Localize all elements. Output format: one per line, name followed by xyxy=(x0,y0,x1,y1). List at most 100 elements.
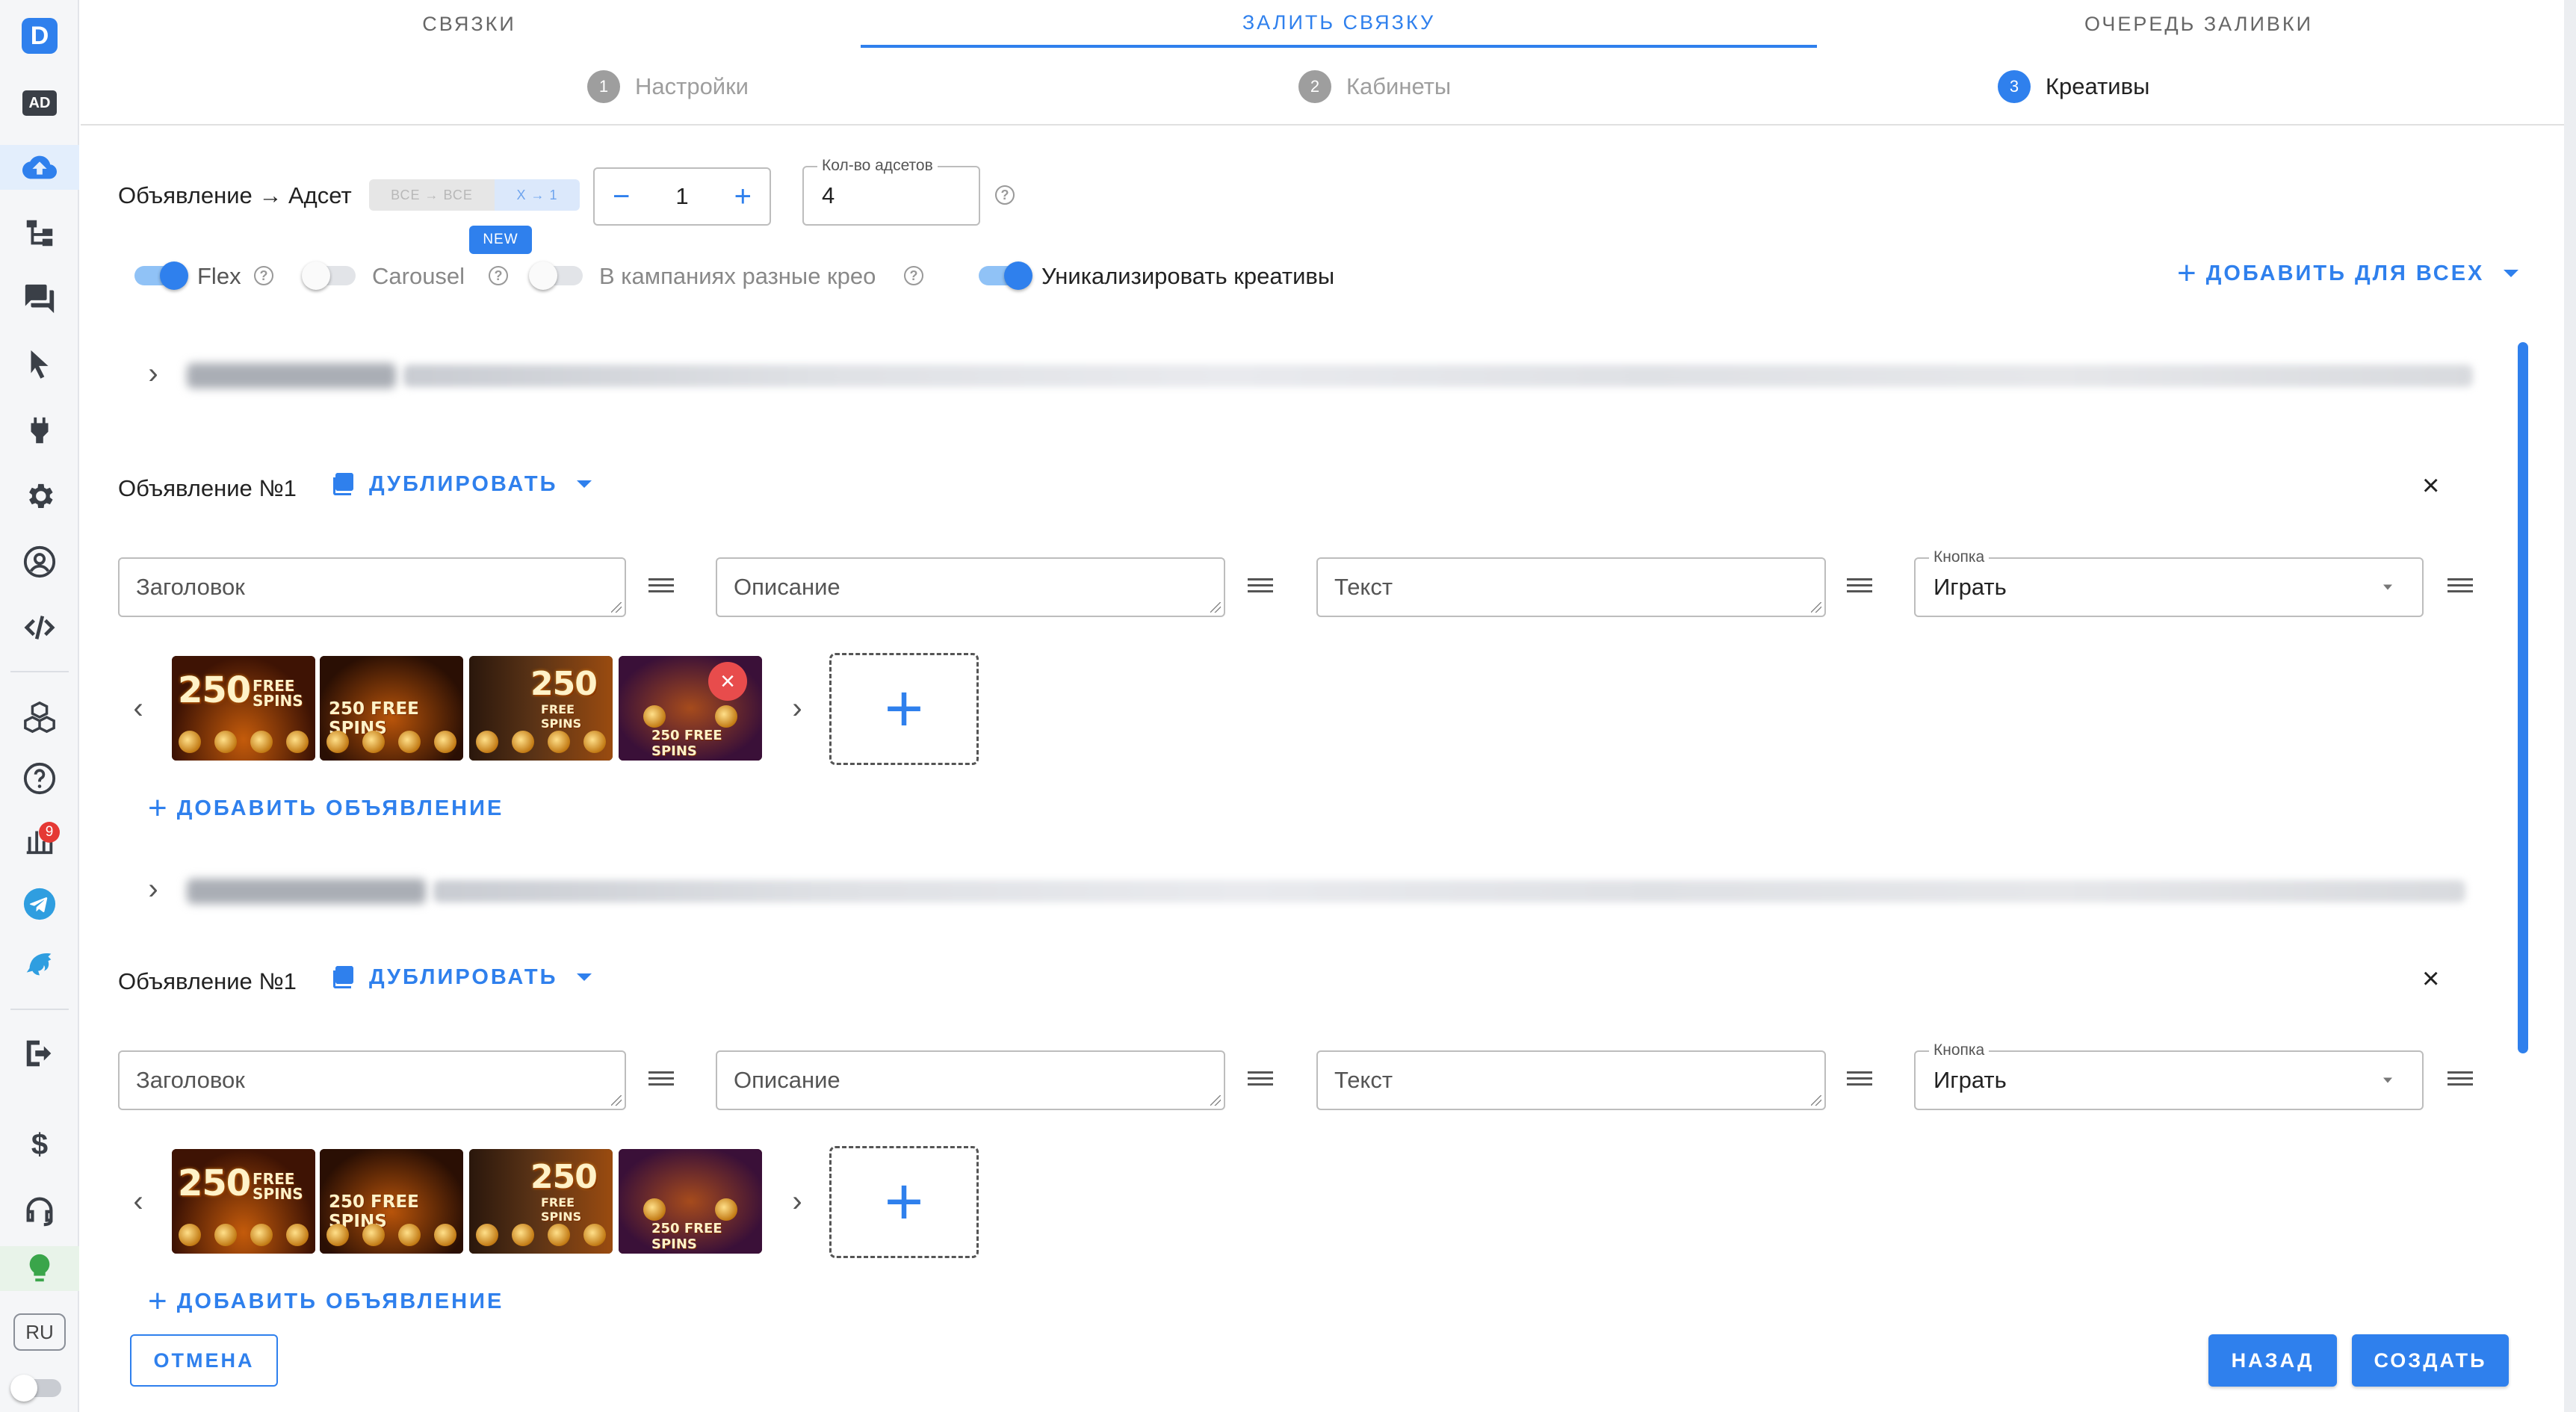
creative-thumbnail[interactable]: 250 FREE SPINS xyxy=(469,656,613,761)
help-icon[interactable]: ? xyxy=(904,266,923,285)
sidebar-item-telegram[interactable] xyxy=(0,882,79,926)
sidebar-item-cubes[interactable] xyxy=(0,695,79,740)
resize-handle[interactable] xyxy=(611,602,622,613)
sidebar-item-help[interactable] xyxy=(0,756,79,801)
increment-button[interactable]: + xyxy=(734,180,752,214)
back-button[interactable]: НАЗАД xyxy=(2208,1334,2337,1387)
sidebar-item-upload[interactable] xyxy=(0,145,79,190)
tab-bundles[interactable]: СВЯЗКИ xyxy=(81,0,858,48)
text-variants-icon[interactable] xyxy=(1847,578,1872,596)
decrement-button[interactable]: − xyxy=(613,180,630,214)
theme-toggle[interactable] xyxy=(10,1375,61,1402)
cta-button-select[interactable]: Кнопка Играть xyxy=(1914,548,2424,617)
language-button[interactable]: RU xyxy=(13,1313,66,1351)
text-variants-icon[interactable] xyxy=(2447,1071,2473,1089)
text-variants-icon[interactable] xyxy=(648,1071,674,1089)
carousel-prev-icon[interactable]: ‹ xyxy=(127,1185,149,1218)
sidebar-item-settings[interactable] xyxy=(0,474,79,518)
sidebar-item-logout[interactable] xyxy=(0,1031,79,1076)
page-scrollbar[interactable] xyxy=(2564,0,2576,1412)
creative-thumbnail[interactable]: 250 FREE SPINS xyxy=(320,656,463,761)
sidebar-item-integrations[interactable] xyxy=(0,408,79,453)
sidebar-item-ad[interactable]: AD xyxy=(0,81,79,126)
sidebar-item-chat[interactable] xyxy=(0,276,79,321)
adsets-count-field[interactable]: Кол-во адсетов 4 xyxy=(802,157,980,226)
resize-handle[interactable] xyxy=(1811,1095,1821,1106)
cta-button-select[interactable]: Кнопка Играть xyxy=(1914,1041,2424,1110)
sidebar-item-code[interactable] xyxy=(0,605,79,650)
plus-icon: + xyxy=(148,790,170,826)
mode-x-to-1[interactable]: X → 1 xyxy=(495,179,580,211)
headline-field[interactable]: Заголовок xyxy=(118,1050,626,1110)
sidebar-item-ideas[interactable] xyxy=(0,1246,79,1291)
tab-upload-bundle[interactable]: ЗАЛИТЬ СВЯЗКУ xyxy=(861,0,1817,48)
sidebar-divider xyxy=(10,671,69,672)
sidebar-item-support[interactable] xyxy=(0,1188,79,1233)
help-icon[interactable]: ? xyxy=(489,266,508,285)
mapping-mode-switch[interactable]: ВСЕ → ВСЕ X → 1 xyxy=(369,179,580,211)
different-creatives-switch[interactable] xyxy=(529,261,583,290)
expand-chevron-icon[interactable]: › xyxy=(142,357,164,390)
carousel-switch[interactable] xyxy=(302,261,356,290)
counter-value[interactable]: 1 xyxy=(675,183,688,210)
sidebar-item-hierarchy[interactable] xyxy=(0,211,79,256)
resize-handle[interactable] xyxy=(611,1095,622,1106)
description-field[interactable]: Описание xyxy=(716,1050,1225,1110)
sidebar-item-cursor[interactable] xyxy=(0,342,79,387)
duplicate-button[interactable]: ДУБЛИРОВАТЬ xyxy=(329,964,592,991)
add-creative-button[interactable]: + xyxy=(829,1146,979,1258)
expand-chevron-icon[interactable]: › xyxy=(142,873,164,905)
primary-text-field[interactable]: Текст xyxy=(1316,557,1826,617)
resize-handle[interactable] xyxy=(1811,602,1821,613)
creative-thumbnail[interactable]: 250 FREE SPINS xyxy=(320,1149,463,1254)
remove-creative-icon[interactable]: × xyxy=(708,662,747,701)
flex-switch[interactable] xyxy=(134,261,188,290)
field-label: Кнопка xyxy=(1929,1041,1990,1059)
headline-field[interactable]: Заголовок xyxy=(118,557,626,617)
sidebar-item-analytics[interactable]: 9 xyxy=(0,817,79,862)
carousel-next-icon[interactable]: › xyxy=(786,1185,808,1218)
tab-upload-queue[interactable]: ОЧЕРЕДЬ ЗАЛИВКИ xyxy=(1821,0,2576,48)
add-ad-button[interactable]: + ДОБАВИТЬ ОБЪЯВЛЕНИЕ xyxy=(148,1285,504,1318)
description-field[interactable]: Описание xyxy=(716,557,1225,617)
resize-handle[interactable] xyxy=(1210,602,1221,613)
sidebar-item-account[interactable] xyxy=(0,539,79,584)
creative-thumbnail[interactable]: 250 FREE SPINS xyxy=(619,1149,762,1254)
text-variants-icon[interactable] xyxy=(648,578,674,596)
bulb-icon xyxy=(29,1254,50,1282)
create-button[interactable]: СОЗДАТЬ xyxy=(2352,1334,2509,1387)
sidebar-item-billing[interactable]: $ xyxy=(0,1122,79,1167)
hierarchy-icon xyxy=(26,220,53,247)
carousel-next-icon[interactable]: › xyxy=(786,692,808,725)
resize-handle[interactable] xyxy=(1210,1095,1221,1106)
creative-thumbnail[interactable]: 250 FREE SPINS xyxy=(469,1149,613,1254)
step-creatives[interactable]: 3 Креативы xyxy=(1998,70,2149,103)
primary-text-field[interactable]: Текст xyxy=(1316,1050,1826,1110)
mode-all-to-all[interactable]: ВСЕ → ВСЕ xyxy=(369,179,495,211)
add-ad-button[interactable]: + ДОБАВИТЬ ОБЪЯВЛЕНИЕ xyxy=(148,792,504,825)
text-variants-icon[interactable] xyxy=(1248,578,1273,596)
uniqualize-switch[interactable] xyxy=(979,261,1032,290)
duplicate-button[interactable]: ДУБЛИРОВАТЬ xyxy=(329,471,592,498)
add-creative-button[interactable]: + xyxy=(829,653,979,765)
code-icon xyxy=(24,616,55,640)
close-icon[interactable]: × xyxy=(2422,469,2439,503)
text-variants-icon[interactable] xyxy=(1847,1071,1872,1089)
top-tabs: СВЯЗКИ ЗАЛИТЬ СВЯЗКУ ОЧЕРЕДЬ ЗАЛИВКИ xyxy=(81,0,2576,48)
creative-thumbnail[interactable]: 250 FREE SPINS xyxy=(172,1149,315,1254)
cancel-button[interactable]: ОТМЕНА xyxy=(130,1334,278,1387)
step-cabinets[interactable]: 2 Кабинеты xyxy=(1298,70,1451,103)
creative-thumbnail[interactable]: 250 FREE SPINS xyxy=(172,656,315,761)
step-settings[interactable]: 1 Настройки xyxy=(587,70,749,103)
sidebar-item-dolphin[interactable] xyxy=(0,943,79,988)
carousel-prev-icon[interactable]: ‹ xyxy=(127,692,149,725)
add-for-all-button[interactable]: + ДОБАВИТЬ ДЛЯ ВСЕХ xyxy=(2177,257,2519,290)
content-scrollbar[interactable] xyxy=(2518,342,2528,1053)
close-icon[interactable]: × xyxy=(2422,962,2439,996)
text-variants-icon[interactable] xyxy=(1248,1071,1273,1089)
help-icon[interactable]: ? xyxy=(995,185,1015,205)
app-logo[interactable]: D xyxy=(0,13,79,58)
step-label: Кабинеты xyxy=(1346,73,1452,99)
text-variants-icon[interactable] xyxy=(2447,578,2473,596)
help-icon[interactable]: ? xyxy=(254,266,273,285)
